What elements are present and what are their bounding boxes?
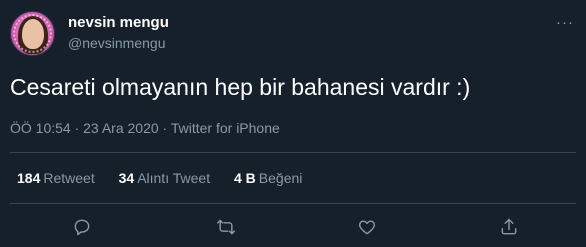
action-bar xyxy=(0,214,586,242)
tweet-stats: 184 Retweet 34 Alıntı Tweet 4 B Beğeni xyxy=(17,170,322,186)
heart-icon xyxy=(359,220,375,235)
user-display-name[interactable]: nevsin mengu xyxy=(68,14,169,31)
like-button[interactable] xyxy=(354,214,380,240)
avatar-ring xyxy=(13,14,52,53)
retweet-button[interactable] xyxy=(213,214,239,240)
tweet-meta[interactable]: ÖÖ 10:54 · 23 Ara 2020 · Twitter for iPh… xyxy=(10,120,280,136)
more-options-icon[interactable]: ··· xyxy=(556,14,574,31)
quote-label: Alıntı Tweet xyxy=(137,170,211,186)
divider-top xyxy=(10,152,576,153)
tweet-card: nevsin mengu @nevsinmengu ··· Cesareti o… xyxy=(0,0,586,247)
retweet-label: Retweet xyxy=(43,170,95,186)
like-stat[interactable]: 4 B Beğeni xyxy=(234,170,302,186)
share-icon xyxy=(501,218,517,235)
avatar[interactable] xyxy=(10,11,55,56)
divider-bottom xyxy=(10,203,576,204)
reply-button[interactable] xyxy=(69,214,95,240)
tweet-text: Cesareti olmayanın hep bir bahanesi vard… xyxy=(10,74,471,100)
reply-icon xyxy=(74,219,90,236)
like-count: 4 B xyxy=(233,170,256,186)
quote-stat[interactable]: 34 Alıntı Tweet xyxy=(119,170,210,186)
user-handle[interactable]: @nevsinmengu xyxy=(68,35,166,51)
share-button[interactable] xyxy=(496,214,522,240)
retweet-count: 184 xyxy=(17,170,41,186)
retweet-stat[interactable]: 184 Retweet xyxy=(17,170,95,186)
retweet-icon xyxy=(216,219,236,235)
quote-count: 34 xyxy=(118,170,135,186)
like-label: Beğeni xyxy=(258,170,303,186)
